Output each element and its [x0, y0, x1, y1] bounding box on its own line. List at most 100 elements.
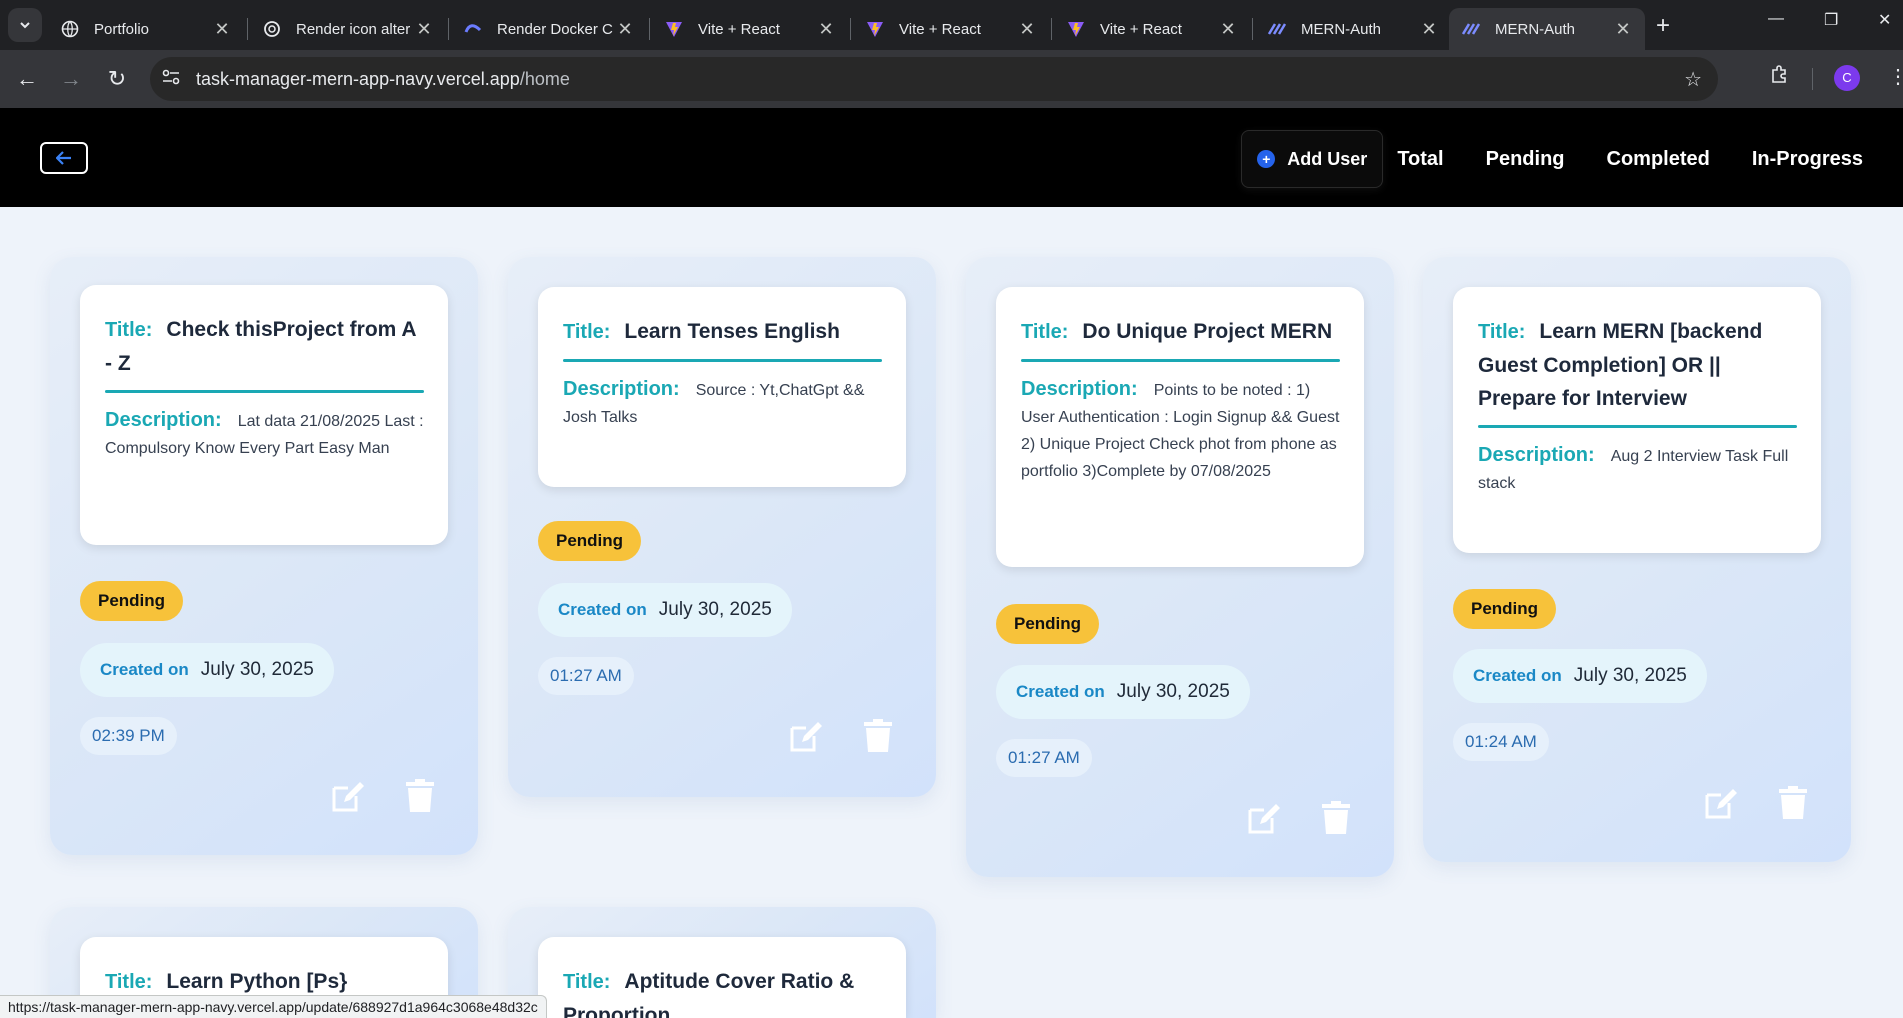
header-nav: + Add User Total Pending Completed In-Pr…	[1241, 130, 1863, 188]
created-time: 02:39 PM	[80, 717, 177, 755]
created-on-badge: Created on July 30, 2025	[80, 643, 334, 697]
trash-icon[interactable]	[1776, 786, 1810, 820]
address-bar[interactable]: task-manager-mern-app-navy.vercel.app/ho…	[150, 57, 1718, 101]
task-title-text: Learn Tenses English	[624, 320, 840, 343]
add-user-label: Add User	[1287, 148, 1368, 169]
tab-vite-react[interactable]: Vite + React ✕	[652, 8, 848, 50]
arrow-left-icon	[56, 151, 71, 165]
new-tab-button[interactable]: +	[1648, 12, 1678, 42]
toolbar-divider	[1812, 68, 1813, 90]
tab-mern-auth[interactable]: MERN-Auth ✕	[1255, 8, 1451, 50]
created-on-badge: Created on July 30, 2025	[996, 665, 1250, 719]
trash-icon[interactable]	[861, 719, 895, 753]
edit-icon[interactable]	[330, 780, 364, 814]
title-label: Title:	[1021, 321, 1069, 343]
status-badge: Pending	[1453, 589, 1557, 629]
task-description: Description: Source : Yt,ChatGpt && Josh …	[563, 376, 882, 431]
created-on-label: Created on	[1016, 682, 1105, 701]
close-icon[interactable]: ✕	[1419, 19, 1439, 40]
task-title-text: Do Unique Project MERN	[1082, 320, 1333, 343]
title-label: Title:	[105, 971, 153, 993]
description-label: Description:	[1478, 444, 1595, 466]
browser-tab-strip: Portfolio ✕ Render icon alter ✕ Render D…	[0, 0, 1903, 50]
minimize-icon[interactable]: —	[1768, 10, 1784, 28]
title-divider	[105, 390, 424, 393]
close-icon[interactable]: ✕	[816, 19, 836, 40]
task-card: Title: Learn Tenses English Description: S…	[508, 257, 936, 797]
tab-title: Vite + React	[1100, 20, 1182, 38]
openai-icon	[262, 19, 282, 39]
forward-arrow-icon[interactable]: →	[56, 64, 86, 94]
task-card: Title: Do Unique Project MERN Description…	[966, 257, 1394, 877]
description-label: Description:	[105, 409, 222, 431]
close-icon[interactable]: ✕	[212, 19, 232, 40]
plus-circle-icon: +	[1257, 150, 1276, 168]
close-icon[interactable]: ✕	[615, 19, 635, 40]
nav-pending[interactable]: Pending	[1486, 148, 1565, 171]
status-badge: Pending	[996, 604, 1100, 644]
task-title: Title: Do Unique Project MERN	[1021, 315, 1340, 349]
close-icon[interactable]: ✕	[414, 19, 434, 40]
tab-divider	[649, 18, 650, 40]
nav-in-progress[interactable]: In-Progress	[1752, 148, 1863, 171]
close-icon[interactable]: ✕	[1218, 19, 1238, 40]
tab-vite-react[interactable]: Vite + React ✕	[853, 8, 1049, 50]
edit-icon[interactable]	[1703, 787, 1737, 821]
task-title: Title: Learn Tenses English	[563, 315, 882, 349]
close-icon[interactable]: ✕	[1613, 19, 1633, 40]
title-label: Title:	[105, 319, 153, 341]
title-divider	[1021, 359, 1340, 362]
browser-toolbar: ← → ↻ task-manager-mern-app-navy.vercel.…	[0, 50, 1903, 108]
task-card: Title: Learn MERN [backend Guest Completi…	[1423, 257, 1851, 862]
description-label: Description:	[1021, 378, 1138, 400]
created-on-badge: Created on July 30, 2025	[1453, 649, 1707, 703]
task-title-text: Learn Python [Ps}	[166, 970, 348, 993]
reload-icon[interactable]: ↻	[102, 64, 132, 94]
task-content: Title: Aptitude Cover Ratio & Proportion	[538, 937, 906, 1018]
nav-total[interactable]: Total	[1397, 148, 1443, 171]
back-arrow-icon[interactable]: ←	[12, 64, 42, 94]
tab-mern-auth-active[interactable]: MERN-Auth ✕	[1449, 8, 1645, 50]
task-card: Title: Check thisProject from A - Z Descr…	[50, 257, 478, 855]
tab-title: Portfolio	[94, 20, 150, 38]
created-time: 01:27 AM	[538, 657, 634, 695]
chevron-down-icon	[20, 22, 30, 29]
back-button[interactable]	[40, 142, 88, 174]
title-label: Title:	[563, 971, 611, 993]
trash-icon[interactable]	[1319, 801, 1353, 835]
task-card: Title: Aptitude Cover Ratio & Proportion	[508, 907, 936, 1018]
link-preview-status-bar: https://task-manager-mern-app-navy.verce…	[0, 995, 547, 1018]
task-title: Title: Learn Python [Ps}	[105, 965, 424, 999]
task-title: Title: Learn MERN [backend Guest Completi…	[1478, 315, 1797, 415]
close-icon[interactable]: ✕	[1017, 19, 1037, 40]
more-menu-icon[interactable]: ⋮	[1888, 64, 1903, 89]
tab-divider	[1252, 18, 1253, 40]
tab-render-docker[interactable]: Render Docker C ✕	[451, 8, 647, 50]
title-label: Title:	[563, 321, 611, 343]
extensions-icon[interactable]	[1770, 64, 1790, 90]
bookmark-star-icon[interactable]: ☆	[1684, 67, 1702, 92]
created-on-label: Created on	[100, 660, 189, 679]
app-header: + Add User Total Pending Completed In-Pr…	[0, 108, 1903, 207]
tab-portfolio[interactable]: Portfolio ✕	[48, 8, 244, 50]
site-settings-icon[interactable]	[162, 69, 192, 90]
tab-render-icon[interactable]: Render icon alter ✕	[250, 8, 446, 50]
edit-icon[interactable]	[1246, 802, 1280, 836]
profile-avatar[interactable]: C	[1834, 65, 1860, 91]
close-window-icon[interactable]: ✕	[1878, 10, 1891, 30]
tab-vite-react[interactable]: Vite + React ✕	[1054, 8, 1250, 50]
created-date: July 30, 2025	[200, 659, 314, 680]
created-on-label: Created on	[1473, 666, 1562, 685]
tab-title: Render icon alter	[296, 20, 411, 38]
created-date: July 30, 2025	[658, 599, 772, 620]
created-date: July 30, 2025	[1116, 681, 1230, 702]
restore-icon[interactable]: ❐	[1824, 10, 1838, 30]
nav-completed[interactable]: Completed	[1607, 148, 1710, 171]
trash-icon[interactable]	[403, 779, 437, 813]
add-user-button[interactable]: + Add User	[1241, 130, 1384, 188]
task-title: Title: Check thisProject from A - Z	[105, 313, 424, 380]
tab-search-dropdown[interactable]	[8, 8, 42, 42]
edit-icon[interactable]	[788, 720, 822, 754]
task-content: Title: Learn MERN [backend Guest Completi…	[1453, 287, 1821, 553]
vite-icon	[865, 19, 885, 39]
